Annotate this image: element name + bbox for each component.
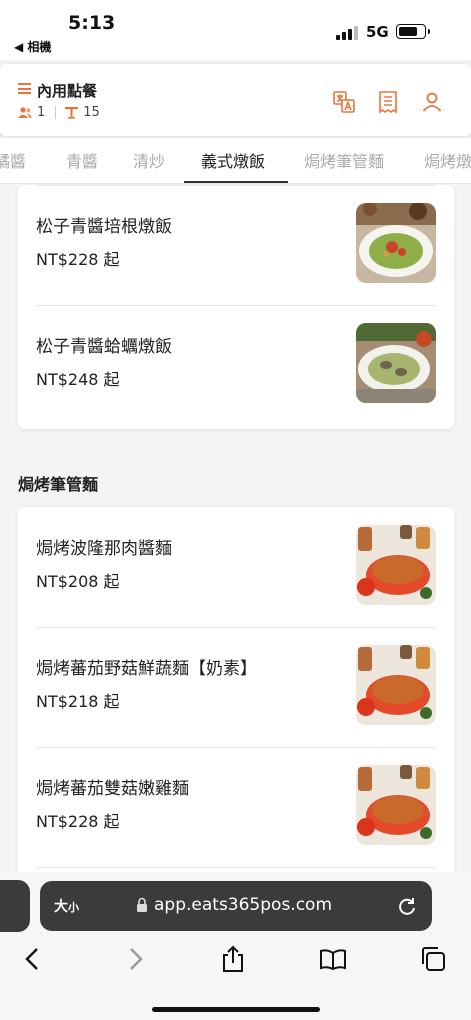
food-photo-bolognese-baked-penne bbox=[356, 525, 436, 605]
tab-pesto[interactable]: 青醬 bbox=[66, 148, 98, 172]
food-photo-pesto-clam-risotto bbox=[356, 323, 436, 403]
table-icon bbox=[65, 107, 79, 119]
menu-item[interactable]: 焗烤蕃茄雙菇嫩雞麵 NT$228 起 bbox=[36, 747, 436, 867]
text-size-button[interactable]: 大小 bbox=[54, 896, 79, 916]
home-indicator bbox=[152, 1007, 320, 1012]
tab-risotto[interactable]: 義式燉飯 bbox=[201, 148, 265, 172]
tabs-icon[interactable] bbox=[418, 944, 448, 974]
active-tab-indicator bbox=[184, 181, 288, 183]
order-meta: 1 15 bbox=[18, 105, 100, 120]
lock-icon bbox=[137, 897, 147, 912]
reload-icon[interactable] bbox=[396, 895, 418, 917]
status-bar: 5:13 ◀ 相機 5G bbox=[0, 0, 471, 60]
share-icon[interactable] bbox=[218, 944, 248, 974]
item-price: NT$218 起 bbox=[36, 692, 120, 711]
network-type: 5G bbox=[366, 23, 389, 41]
user-icon[interactable] bbox=[420, 90, 444, 114]
menu-icon[interactable] bbox=[18, 83, 31, 94]
translate-icon[interactable] bbox=[332, 90, 356, 114]
bookmarks-icon[interactable] bbox=[318, 944, 348, 974]
tab-baked-risotto[interactable]: 焗烤燉 bbox=[424, 148, 471, 172]
app-header: 內用點餐 1 15 bbox=[0, 64, 471, 136]
menu-item[interactable]: 松子青醬蛤蠣燉飯 NT$248 起 bbox=[36, 305, 436, 425]
divider bbox=[36, 867, 436, 868]
item-price: NT$208 起 bbox=[36, 572, 120, 591]
section-title: 焗烤筆管麵 bbox=[18, 475, 99, 494]
item-name: 焗烤蕃茄野菇鮮蔬麵【奶素】 bbox=[36, 659, 257, 679]
battery-icon bbox=[396, 24, 430, 39]
tab-stir-fry[interactable]: 清炒 bbox=[133, 148, 165, 172]
risotto-card: 松子青醬培根燉飯 NT$228 起 松子青醬蛤蠣燉飯 NT$248 起 bbox=[18, 185, 454, 429]
food-photo-tomato-mushroom-chicken-penne bbox=[356, 765, 436, 845]
text-size-small-label: 小 bbox=[68, 901, 79, 914]
table-number: 15 bbox=[83, 105, 100, 120]
guests-icon bbox=[18, 106, 32, 118]
item-name: 松子青醬培根燉飯 bbox=[36, 217, 172, 237]
category-tabs: 橘醬 青醬 清炒 義式燉飯 焗烤筆管麵 焗烤燉 bbox=[0, 138, 471, 184]
receipt-icon[interactable] bbox=[376, 90, 400, 114]
item-price: NT$228 起 bbox=[36, 812, 120, 831]
url-text: app.eats365pos.com bbox=[154, 895, 333, 915]
item-name: 焗烤波隆那肉醬麵 bbox=[36, 539, 172, 559]
baked-penne-card: 焗烤波隆那肉醬麵 NT$208 起 焗烤蕃茄野菇鮮蔬麵【奶素】 NT$218 起… bbox=[18, 507, 454, 887]
menu-item[interactable]: 焗烤波隆那肉醬麵 NT$208 起 bbox=[36, 507, 436, 627]
menu-item[interactable]: 焗烤蕃茄野菇鮮蔬麵【奶素】 NT$218 起 bbox=[36, 627, 436, 747]
tab-orange-sauce[interactable]: 橘醬 bbox=[0, 148, 26, 172]
tab-baked-penne[interactable]: 焗烤筆管麵 bbox=[304, 148, 384, 172]
menu-item[interactable]: 松子青醬培根燉飯 NT$228 起 bbox=[36, 185, 436, 305]
forward-icon[interactable] bbox=[120, 944, 150, 974]
food-photo-pesto-bacon-risotto bbox=[356, 203, 436, 283]
signal-icon bbox=[336, 26, 358, 40]
address-bar[interactable]: 大小 app.eats365pos.com bbox=[40, 881, 432, 931]
item-price: NT$248 起 bbox=[36, 370, 120, 389]
guest-count: 1 bbox=[37, 105, 46, 120]
item-name: 松子青醬蛤蠣燉飯 bbox=[36, 337, 172, 357]
previous-tab-preview[interactable] bbox=[0, 880, 30, 932]
item-name: 焗烤蕃茄雙菇嫩雞麵 bbox=[36, 779, 189, 799]
status-time: 5:13 bbox=[68, 12, 116, 34]
item-price: NT$228 起 bbox=[36, 250, 120, 269]
page-title: 內用點餐 bbox=[37, 82, 98, 100]
food-photo-tomato-mushroom-veggie-penne bbox=[356, 645, 436, 725]
back-icon[interactable] bbox=[18, 944, 48, 974]
back-to-app-link[interactable]: ◀ 相機 bbox=[14, 38, 51, 55]
text-size-large-label: 大 bbox=[54, 899, 68, 915]
